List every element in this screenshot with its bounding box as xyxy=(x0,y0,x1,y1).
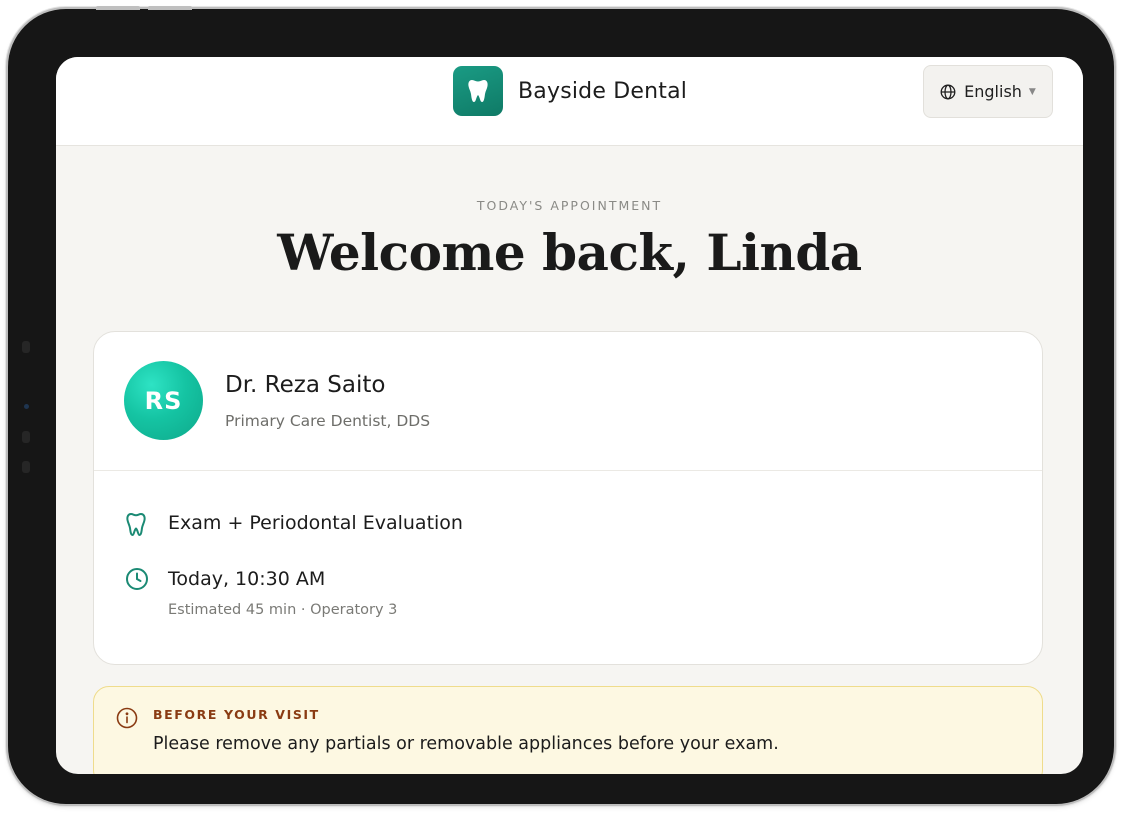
notice-title: BEFORE YOUR VISIT xyxy=(153,707,320,722)
device-top-button xyxy=(148,6,192,10)
clock-icon xyxy=(125,567,149,591)
visit-notice: BEFORE YOUR VISIT Please remove any part… xyxy=(93,686,1043,774)
top-bar: Bayside Dental English ▼ xyxy=(56,57,1083,146)
appointment-card: RS Dr. Reza Saito Primary Care Dentist, … xyxy=(93,331,1043,665)
screen: Bayside Dental English ▼ TODAY'S APPOINT… xyxy=(56,57,1083,774)
device-camera xyxy=(24,404,29,409)
globe-icon xyxy=(940,84,956,100)
language-label: English xyxy=(964,82,1022,101)
notice-text: Please remove any partials or removable … xyxy=(153,734,779,754)
tooth-icon xyxy=(125,512,147,537)
language-selector[interactable]: English ▼ xyxy=(923,65,1053,118)
service-label: Exam + Periodontal Evaluation xyxy=(168,512,463,534)
provider-name: Dr. Reza Saito xyxy=(225,372,386,398)
device-side-sensor xyxy=(22,341,30,353)
section-eyebrow: TODAY'S APPOINTMENT xyxy=(476,198,663,213)
provider-role: Primary Care Dentist, DDS xyxy=(225,412,431,430)
brand: Bayside Dental xyxy=(453,66,687,116)
provider-header: RS Dr. Reza Saito Primary Care Dentist, … xyxy=(94,332,1042,471)
brand-name: Bayside Dental xyxy=(518,78,688,104)
appointment-details: Estimated 45 min · Operatory 3 xyxy=(168,602,398,618)
welcome-heading: Welcome back, Linda xyxy=(277,223,862,282)
tablet-device-frame: Bayside Dental English ▼ TODAY'S APPOINT… xyxy=(8,6,1114,804)
avatar: RS xyxy=(124,361,203,440)
appointment-time: Today, 10:30 AM xyxy=(168,568,326,590)
info-icon xyxy=(116,707,138,729)
caret-down-icon: ▼ xyxy=(1028,86,1036,97)
tooth-icon xyxy=(453,66,503,116)
device-side-sensor xyxy=(22,461,30,473)
device-top-button xyxy=(96,6,140,10)
device-side-sensor xyxy=(22,431,30,443)
